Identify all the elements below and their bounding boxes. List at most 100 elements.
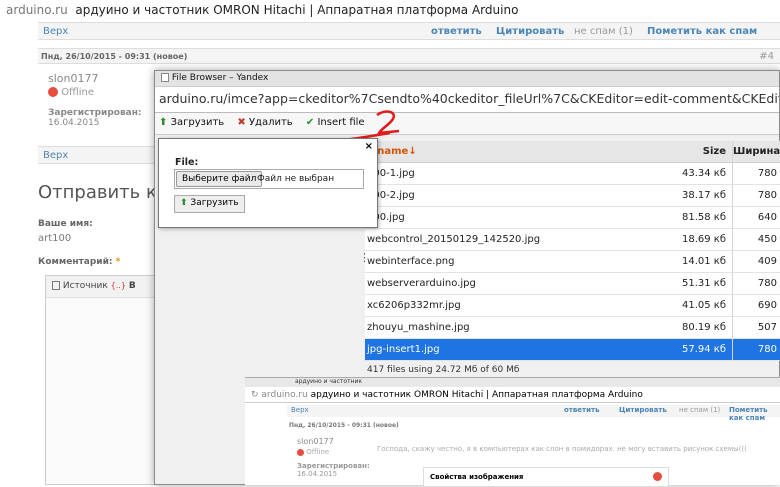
file-size: 80.19 кб [681, 322, 726, 333]
file-list-header: e name↓ Size Ширина [365, 141, 780, 163]
user-status: Offline [48, 87, 94, 98]
inner-user: slon0177 [297, 437, 334, 446]
file-row[interactable]: 100-1.jpg 43.34 кб 780 [365, 163, 780, 185]
close-icon[interactable]: × [365, 141, 373, 152]
inner-registered-date: 16.04.2015 [297, 470, 338, 478]
file-name: webserverarduino.jpg [367, 278, 476, 289]
file-row[interactable]: xc6206p332mr.jpg 41.05 кб 690 [365, 295, 780, 317]
embedded-screenshot: ардуино и частотник ↻ arduino.ru ардуино… [245, 377, 780, 487]
quote-link[interactable]: Цитировать [496, 26, 564, 37]
file-row[interactable]: jpg-insert1.jpg 57.94 кб 780 [365, 339, 780, 361]
file-width: 780 [757, 190, 777, 201]
size-column-header[interactable]: Size [646, 146, 726, 157]
delete-icon: ✖ [237, 117, 246, 128]
choose-file-button[interactable]: Выберите файл [176, 171, 263, 187]
inner-dialog-title: Свойства изображения [430, 473, 524, 481]
editor-toolbar: Источник {..} B [46, 276, 154, 298]
top-link[interactable]: Верх [43, 26, 68, 37]
column-divider [732, 185, 733, 206]
file-row[interactable]: webserverarduino.jpg 51.31 кб 780 [365, 273, 780, 295]
inner-status-text: Offline [306, 448, 330, 456]
upload-file-label: File: [175, 157, 199, 168]
upload-submit-button[interactable]: ⬆ Загрузить [174, 195, 245, 213]
file-size: 41.05 кб [681, 300, 726, 311]
inner-action-bar: Верх ответить Цитировать не спам (1) Пом… [287, 405, 780, 422]
column-divider [732, 251, 733, 272]
file-width: 780 [757, 344, 777, 355]
inner-offline-icon [297, 448, 304, 456]
inner-dialog: Свойства изображения [423, 467, 669, 487]
file-width: 450 [757, 234, 777, 245]
upload-dialog: × File: Выберите файл Файл не выбран ⬆ З… [158, 138, 378, 228]
file-size: 51.31 кб [681, 278, 726, 289]
file-name: webinterface.png [367, 256, 455, 267]
file-row[interactable]: webinterface.png 14.01 кб 409 [365, 251, 780, 273]
browser-title-bar: arduino.ru ардуино и частотник OMRON Hit… [0, 0, 780, 22]
upload-tool-label: Загрузить [170, 117, 225, 128]
inner-reload-icon: ↻ [251, 390, 259, 400]
file-row[interactable]: 100.jpg 81.58 кб 640 [365, 207, 780, 229]
page-icon [161, 73, 169, 82]
column-divider [732, 163, 733, 184]
file-row[interactable]: 100-2.jpg 38.17 кб 780 [365, 185, 780, 207]
file-row[interactable]: webcontrol_20150129_142520.jpg 18.69 кб 45… [365, 229, 780, 251]
inner-address-bar: ↻ arduino.ru ардуино и частотник OMRON H… [245, 387, 780, 403]
post-action-bar: Верх ответить Цитировать не спам (1) Пом… [38, 22, 780, 40]
upload-icon: ⬆ [159, 117, 168, 128]
inner-title: ардуино и частотник OMRON Hitachi | Аппа… [310, 390, 643, 400]
inner-host: arduino.ru [261, 390, 308, 400]
registered-label: Зарегистрирован: [48, 108, 142, 118]
inner-registered-label: Зарегистрирован: [297, 462, 370, 470]
browser-host: arduino.ru [6, 3, 68, 17]
not-spam-link[interactable]: не спам (1) [574, 26, 633, 37]
file-size: 18.69 кб [681, 234, 726, 245]
file-input[interactable]: Выберите файл Файл не выбран [174, 169, 364, 189]
top-link-2[interactable]: Верх [43, 150, 68, 161]
inner-close-icon [653, 472, 662, 481]
upload-icon-2: ⬆ [180, 198, 188, 208]
inner-tab: ардуино и частотник [245, 378, 780, 387]
post-anchor[interactable]: #4 [759, 51, 774, 62]
file-browser-title: File Browser – Yandex [171, 73, 269, 83]
inner-date: Пнд, 26/10/2015 - 09:31 (новое) [289, 422, 399, 429]
file-list: e name↓ Size Ширина 100-1.jpg 43.34 кб 780… [365, 141, 780, 379]
column-divider [732, 207, 733, 228]
file-size: 57.94 кб [681, 344, 726, 355]
upload-submit-label: Загрузить [190, 198, 239, 208]
browser-page-title: ардуино и частотник OMRON Hitachi | Аппа… [75, 3, 519, 17]
bold-button[interactable]: B [129, 281, 136, 291]
inner-message: Господа, скажу честно, я в компьютерах к… [377, 445, 747, 453]
file-row[interactable]: zhouyu_mashine.jpg 80.19 кб 507 [365, 317, 780, 339]
file-name: jpg-insert1.jpg [367, 344, 440, 355]
file-size: 81.58 кб [681, 212, 726, 223]
name-value[interactable]: art100 [38, 233, 71, 244]
comment-label: Комментарий: * [38, 257, 120, 267]
comment-editor[interactable]: Источник {..} B [45, 275, 155, 485]
reply-link[interactable]: ответить [431, 26, 482, 37]
column-divider [732, 229, 733, 250]
name-label: Ваше имя: [38, 219, 93, 229]
mark-spam-link[interactable]: Пометить как спам [647, 26, 757, 37]
source-button[interactable]: Источник [63, 281, 108, 291]
column-divider [732, 295, 733, 316]
width-column-header[interactable]: Ширина [733, 146, 780, 157]
inner-quote: Цитировать [619, 406, 667, 414]
file-size: 43.34 кб [681, 168, 726, 179]
column-divider [732, 273, 733, 294]
file-rows: 100-1.jpg 43.34 кб 780 100-2.jpg 38.17 кб 780… [365, 163, 780, 361]
upload-tool-button[interactable]: ⬆ Загрузить [159, 117, 224, 128]
registered-date: 16.04.2015 [48, 118, 100, 128]
code-icon: {..} [110, 281, 126, 290]
file-name: xc6206p332mr.jpg [367, 300, 461, 311]
inner-reply: ответить [564, 406, 600, 414]
inner-mark-spam: Пометить как спам [729, 406, 768, 422]
file-browser-url-bar[interactable]: arduino.ru/imce?app=ckeditor%7Csendto%40… [155, 87, 779, 113]
file-browser-titlebar: File Browser – Yandex [155, 71, 779, 87]
post-author[interactable]: slon0177 [48, 72, 98, 85]
inner-page: Верх ответить Цитировать не спам (1) Пом… [245, 403, 780, 487]
file-width: 780 [757, 278, 777, 289]
user-status-text: Offline [61, 87, 94, 98]
resize-handle[interactable]: ⋮ [359, 251, 370, 264]
file-size: 14.01 кб [681, 256, 726, 267]
comment-form-heading: Отправить ко [38, 182, 168, 203]
